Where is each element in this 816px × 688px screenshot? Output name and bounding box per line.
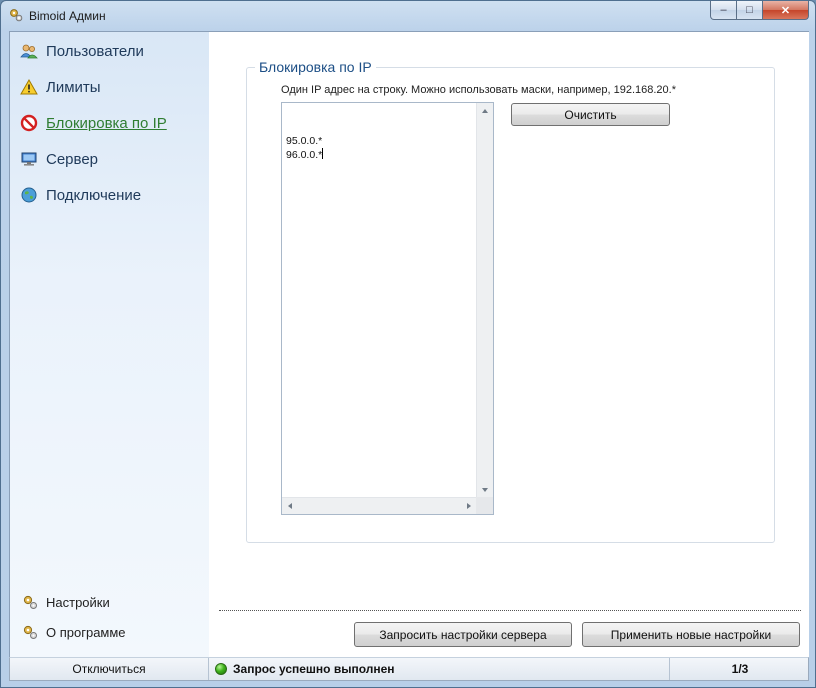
sidebar-item-label: Пользователи <box>46 42 144 60</box>
gears-icon <box>23 625 37 639</box>
status-panel: Запрос успешно выполнен <box>215 658 395 680</box>
app-window: Bimoid Админ – □ ✕ Пользователи Лимиты Б… <box>0 0 816 688</box>
scrollbar-corner <box>476 497 493 514</box>
ip-list-content[interactable]: 95.0.0.* 96.0.0.* <box>286 106 324 190</box>
status-ok-icon <box>215 663 227 675</box>
window-controls: – □ ✕ <box>710 1 809 21</box>
sidebar-item-about[interactable]: О программе <box>22 623 126 641</box>
sidebar-item-label: О программе <box>46 624 126 640</box>
apply-settings-button[interactable]: Применить новые настройки <box>582 622 800 647</box>
warning-icon <box>20 78 38 96</box>
monitor-icon <box>20 150 38 168</box>
app-gears-icon <box>10 9 23 22</box>
sidebar-item-label: Лимиты <box>46 78 101 96</box>
sidebar-item-label: Настройки <box>46 594 110 610</box>
text-caret <box>322 148 324 159</box>
sidebar: Пользователи Лимиты Блокировка по IP Сер… <box>10 32 209 657</box>
globe-icon <box>20 186 38 204</box>
ip-entry-with-caret: 96.0.0.* <box>286 148 324 162</box>
footer-separator <box>219 610 801 611</box>
scroll-up-icon[interactable] <box>482 109 488 113</box>
disconnect-button[interactable]: Отключиться <box>10 658 209 680</box>
status-text: Запрос успешно выполнен <box>233 662 395 676</box>
close-button[interactable]: ✕ <box>763 1 809 20</box>
ip-list-textarea[interactable]: 95.0.0.* 96.0.0.* <box>281 102 494 515</box>
main-panel: Блокировка по IP Один IP адрес на строку… <box>209 32 809 657</box>
sidebar-item-limits[interactable]: Лимиты <box>20 76 101 98</box>
clear-button[interactable]: Очистить <box>511 103 670 126</box>
minimize-icon: – <box>720 4 727 16</box>
page-indicator: 1/3 <box>669 658 810 680</box>
users-icon <box>20 42 38 60</box>
sidebar-item-users[interactable]: Пользователи <box>20 40 144 62</box>
sidebar-item-label: Подключение <box>46 186 142 204</box>
horizontal-scrollbar[interactable] <box>282 497 477 514</box>
window-title: Bimoid Админ <box>29 9 106 23</box>
status-bar: Отключиться Запрос успешно выполнен 1/3 <box>9 657 809 681</box>
scroll-left-icon[interactable] <box>288 503 292 509</box>
close-icon: ✕ <box>780 4 791 17</box>
sidebar-item-ip-block[interactable]: Блокировка по IP <box>20 112 167 134</box>
request-settings-button[interactable]: Запросить настройки сервера <box>354 622 572 647</box>
sidebar-item-label: Блокировка по IP <box>46 114 167 132</box>
sidebar-item-settings[interactable]: Настройки <box>22 593 110 611</box>
vertical-scrollbar[interactable] <box>476 103 493 498</box>
ip-entry: 95.0.0.* <box>286 135 323 147</box>
client-area: Пользователи Лимиты Блокировка по IP Сер… <box>9 31 809 657</box>
title-bar[interactable]: Bimoid Админ – □ ✕ <box>1 1 815 30</box>
ip-entry: 96.0.0.* <box>286 149 323 161</box>
maximize-button[interactable]: □ <box>737 1 763 20</box>
gears-icon <box>23 595 37 609</box>
scroll-down-icon[interactable] <box>482 488 488 492</box>
scroll-right-icon[interactable] <box>467 503 471 509</box>
hint-text: Один IP адрес на строку. Можно использов… <box>281 84 676 96</box>
sidebar-item-server[interactable]: Сервер <box>20 148 98 170</box>
sidebar-item-connection[interactable]: Подключение <box>20 184 141 206</box>
minimize-button[interactable]: – <box>710 1 737 20</box>
maximize-icon: □ <box>746 4 753 16</box>
sidebar-item-label: Сервер <box>46 150 99 168</box>
group-title: Блокировка по IP <box>255 59 376 75</box>
block-icon <box>20 114 38 132</box>
